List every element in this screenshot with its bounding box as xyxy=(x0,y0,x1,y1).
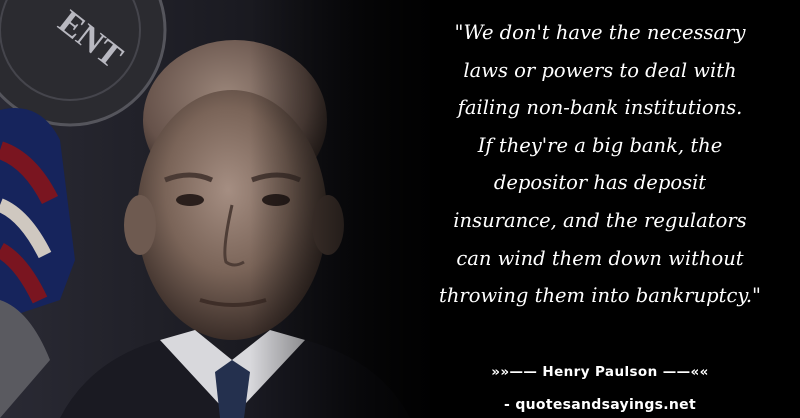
quote-line: "We don't have the necessary xyxy=(454,21,746,44)
quote-line: If they're a big bank, the xyxy=(477,133,723,157)
quote-line: throwing them into bankruptcy." xyxy=(438,284,762,308)
quote-line: depositor has deposit xyxy=(493,171,707,195)
quote-line: failing non-bank institutions. xyxy=(457,96,743,120)
quote-card: ENT "We don't have the necessary laws or… xyxy=(0,0,800,418)
quote-line: insurance, and the regulators xyxy=(453,208,747,232)
quote-line: laws or powers to deal with xyxy=(463,58,737,82)
quote-line: can wind them down without xyxy=(456,246,744,270)
site-credit: - quotesandsayings.net xyxy=(504,397,696,413)
author-attribution: »»—— Henry Paulson ——«« xyxy=(491,364,709,380)
quote-text: "We don't have the necessary laws or pow… xyxy=(400,14,800,315)
